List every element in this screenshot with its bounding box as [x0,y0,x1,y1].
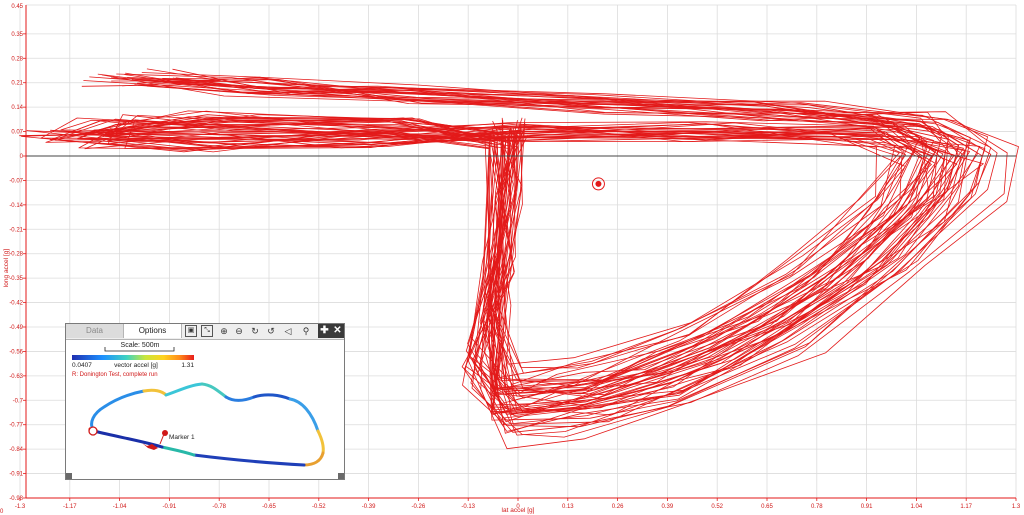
legend-min-label: 0.0407 [72,362,92,369]
x-tick-label: -0.39 [362,504,376,510]
pin-icon[interactable]: ⚲ [300,325,312,337]
y-tick-label: -0.98 [9,496,23,502]
y-tick-label: -0.84 [9,447,23,453]
y-tick-label: 0.07 [11,130,23,136]
y-tick-label: -0.77 [9,423,23,429]
x-tick-label: 0.13 [562,504,574,510]
y-tick-label: -0.49 [9,325,23,331]
x-tick-label: -1.17 [63,504,77,510]
rotate-ccw-icon[interactable]: ↺ [265,325,277,337]
y-tick-label: -0.56 [9,349,23,355]
color-scale-bar [72,355,194,360]
x-tick-label: -1.3 [15,504,26,510]
cursor-marker [591,177,605,191]
y-tick-label: 0.21 [11,81,23,87]
y-tick-label: -0.21 [9,227,23,233]
rotate-cw-icon[interactable]: ↻ [249,325,261,337]
y-tick-label: 0.45 [11,4,23,10]
track-outline [88,382,325,467]
y-tick-label: 0 [20,154,24,160]
x-tick-label: -0.65 [262,504,276,510]
move-icon[interactable]: ✚ [318,324,331,338]
y-tick-label: -0.28 [9,252,23,258]
tab-data[interactable]: Data [66,324,124,338]
y-tick-label: -0.35 [9,276,23,282]
x-tick-label: 0.26 [612,504,624,510]
y-tick-label: -0.42 [9,301,23,307]
legend-title: vector accel [g] [114,362,158,369]
marker-label: Marker 1 [169,434,195,441]
y-tick-label: -0.07 [9,178,23,184]
y-tick-label: -0.7 [13,398,24,404]
x-tick-label: -0.13 [461,504,475,510]
x-tick-label: -0.91 [163,504,177,510]
x-tick-label: 0.52 [711,504,723,510]
run-label: R: Donington Test, complete run [72,372,158,378]
y-tick-label: 0.28 [11,56,23,62]
y-tick-label: 0.35 [11,32,23,38]
window-controls: ✚ ✕ [318,324,344,338]
track-map-panel: Data Options ▣ ⤡ ⊕ ⊖ ↻ ↺ ◁ ⚲ ✚ ✕ Scale: [65,323,345,480]
x-tick-label: 1.3 [1012,504,1021,510]
scale-label: Scale: 500m [121,342,160,349]
y-tick-label: 0.14 [11,105,23,111]
cursor-dot [595,180,602,187]
x-tick-label: 1.04 [911,504,923,510]
x-axis-label: lat accel [g] [502,507,535,514]
x-tick-label: 0.78 [811,504,823,510]
zoom-out-icon[interactable]: ⊖ [233,325,245,337]
close-icon[interactable]: ✕ [331,324,344,338]
y-tick-labels: 0.45 0.35 0.28 0.21 0.14 0.07 0 -0.07 -0.14 -0.21… [9,4,23,502]
resize-handle-left[interactable] [66,473,72,479]
zoom-fit-icon[interactable]: ⤡ [201,325,213,337]
x-tick-label: -1.04 [113,504,127,510]
zoom-in-icon[interactable]: ⊕ [218,325,230,337]
origin-corner-label: 0 [0,509,4,515]
resize-handle-right[interactable] [338,473,344,479]
map-view-icon[interactable]: ▣ [185,325,197,337]
y-axis-label: long accel [g] [3,249,10,287]
legend-max-label: 1.31 [181,362,194,369]
y-tick-label: -0.91 [9,472,23,478]
x-tick-label: 0.91 [861,504,873,510]
x-tick-label: 1.17 [960,504,972,510]
y-tick-label: -0.14 [9,203,23,209]
x-tick-label: 0.39 [662,504,674,510]
map-toolbar: Data Options ▣ ⤡ ⊕ ⊖ ↻ ↺ ◁ ⚲ ✚ ✕ [66,324,344,340]
x-tick-label: -0.26 [412,504,426,510]
speaker-icon[interactable]: ◁ [282,325,294,337]
y-tick-label: -0.63 [9,374,23,380]
start-finish-marker [88,426,98,436]
x-tick-label: -0.52 [312,504,326,510]
tab-options[interactable]: Options [124,324,182,338]
track-map: Scale: 500m 0.0407 vector accel [g] 1.31… [72,342,325,467]
x-tick-label: -0.78 [212,504,226,510]
x-tick-label: 0.65 [761,504,773,510]
